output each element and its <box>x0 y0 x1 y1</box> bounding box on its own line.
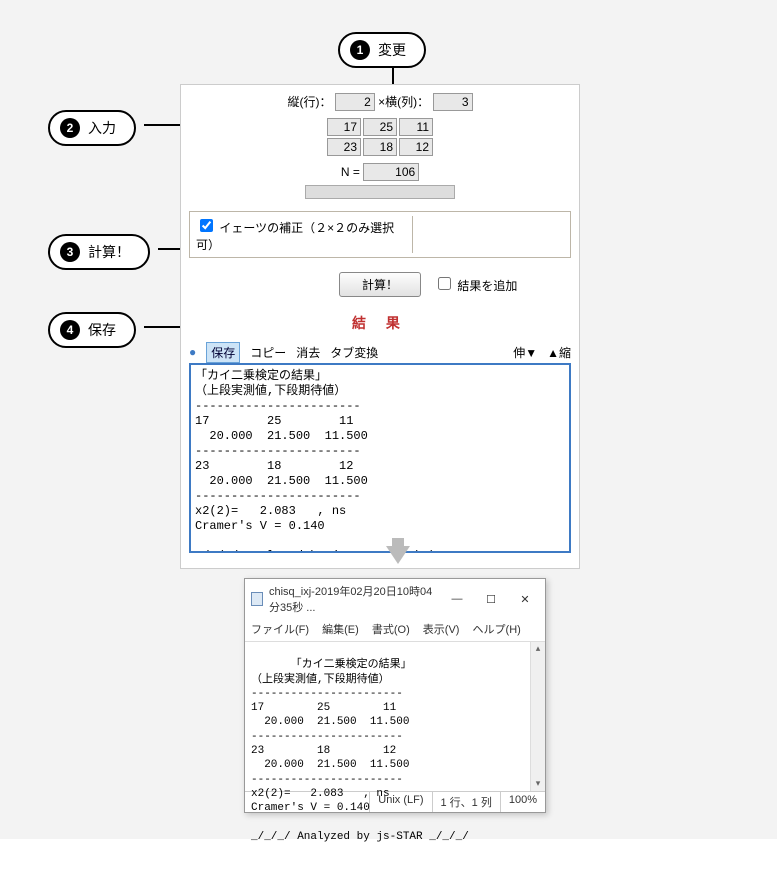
toolbar-bullet-icon: ● <box>189 345 196 359</box>
menu-view[interactable]: 表示(V) <box>423 624 460 636</box>
dimensions-row: 縦(行)： ×横(列)： <box>189 93 571 111</box>
callout-1-label: 変更 <box>378 40 406 60</box>
cell-1-2[interactable] <box>399 138 433 156</box>
menu-help[interactable]: ヘルプ(H) <box>473 624 521 636</box>
cols-input[interactable] <box>433 93 473 111</box>
status-position: 1 行、1 列 <box>432 792 500 812</box>
scroll-up-icon[interactable]: ▴ <box>531 642 545 656</box>
callout-2-label: 入力 <box>88 118 116 138</box>
menu-file[interactable]: ファイル(F) <box>251 624 309 636</box>
append-result-checkbox[interactable] <box>438 277 451 290</box>
spacer-bar <box>305 185 455 199</box>
cell-1-1[interactable] <box>363 138 397 156</box>
callout-4-number: 4 <box>60 320 80 340</box>
cell-0-1[interactable] <box>363 118 397 136</box>
n-input[interactable] <box>363 163 419 181</box>
clear-button[interactable]: 消去 <box>296 344 320 361</box>
callout-3: 3 計算！ <box>48 234 150 270</box>
callout-2-number: 2 <box>60 118 80 138</box>
arrow-down-icon <box>386 546 410 564</box>
rows-input[interactable] <box>335 93 375 111</box>
n-row: N = <box>189 163 571 181</box>
editor-content: 「カイ二乗検定の結果」 （上段実測値,下段期待値） --------------… <box>251 659 469 843</box>
n-label: N = <box>341 165 360 179</box>
cols-label: ×横(列)： <box>378 95 429 109</box>
yates-checkbox[interactable] <box>200 219 213 232</box>
menu-edit[interactable]: 編集(E) <box>322 624 359 636</box>
editor-window: chisq_ixj-2019年02月20日10時04分35秒 ... — ☐ ✕… <box>244 578 546 813</box>
editor-title: chisq_ixj-2019年02月20日10時04分35秒 ... <box>269 583 437 615</box>
result-heading: 結 果 <box>189 313 571 333</box>
scroll-down-icon[interactable]: ▾ <box>531 777 545 791</box>
calculate-button[interactable]: 計算！ <box>339 272 421 297</box>
editor-file-icon <box>251 592 263 606</box>
result-toolbar: ● 保存 コピー 消去 タブ変換 伸▼ ▲縮 <box>189 343 571 361</box>
minimize-button[interactable]: — <box>443 593 471 605</box>
data-grid <box>326 117 434 157</box>
copy-button[interactable]: コピー <box>250 344 286 361</box>
cell-1-0[interactable] <box>327 138 361 156</box>
callout-2: 2 入力 <box>48 110 136 146</box>
callout-4: 4 保存 <box>48 312 136 348</box>
save-button[interactable]: 保存 <box>206 342 240 363</box>
status-zoom: 100% <box>500 792 545 812</box>
editor-body[interactable]: 「カイ二乗検定の結果」 （上段実測値,下段期待値） --------------… <box>245 641 545 791</box>
expand-button[interactable]: 伸▼ <box>513 344 537 361</box>
yates-label: イェーツの補正（２×２のみ選択可） <box>196 221 394 252</box>
close-button[interactable]: ✕ <box>511 593 539 606</box>
callout-3-label: 計算！ <box>88 242 130 262</box>
app-panel: 縦(行)： ×横(列)： N = イェーツの <box>180 84 580 569</box>
callout-3-number: 3 <box>60 242 80 262</box>
callout-1: 1 変更 <box>338 32 426 68</box>
callout-1-number: 1 <box>350 40 370 60</box>
editor-scrollbar[interactable]: ▴ ▾ <box>530 642 545 791</box>
callout-4-label: 保存 <box>88 320 116 340</box>
editor-menubar: ファイル(F) 編集(E) 書式(O) 表示(V) ヘルプ(H) <box>245 619 545 641</box>
editor-titlebar: chisq_ixj-2019年02月20日10時04分35秒 ... — ☐ ✕ <box>245 579 545 619</box>
result-textarea[interactable] <box>189 363 571 553</box>
rows-label: 縦(行)： <box>287 95 331 109</box>
menu-format[interactable]: 書式(O) <box>372 624 410 636</box>
maximize-button[interactable]: ☐ <box>477 593 505 606</box>
yates-box: イェーツの補正（２×２のみ選択可） <box>189 211 571 258</box>
cell-0-2[interactable] <box>399 118 433 136</box>
cell-0-0[interactable] <box>327 118 361 136</box>
tabconv-button[interactable]: タブ変換 <box>330 344 378 361</box>
shrink-button[interactable]: ▲縮 <box>547 344 571 361</box>
append-result-label: 結果を追加 <box>457 279 517 293</box>
